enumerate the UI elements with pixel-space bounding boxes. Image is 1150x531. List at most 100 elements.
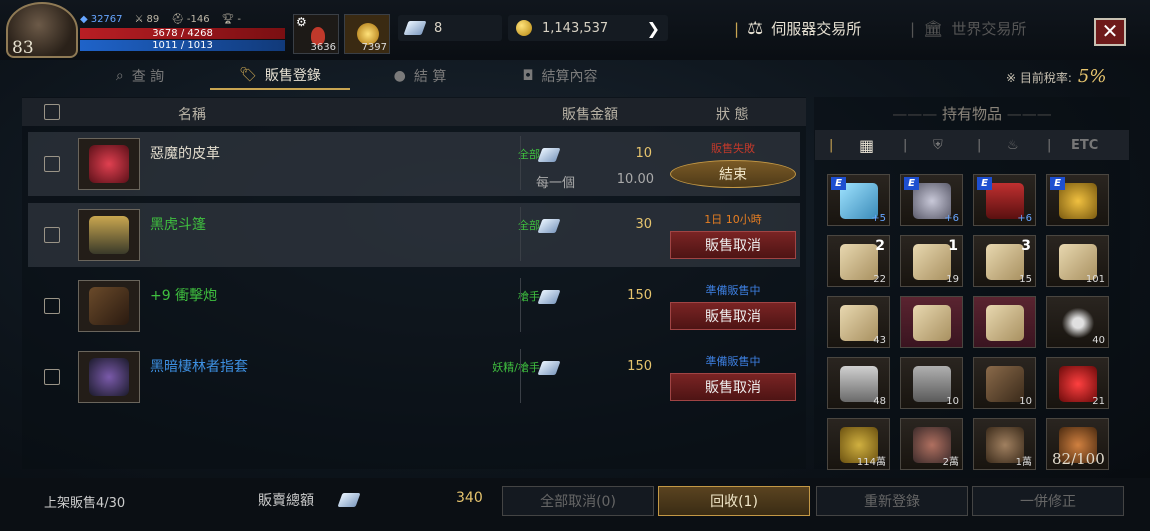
- row-checkbox[interactable]: [44, 156, 60, 172]
- batch-edit-button[interactable]: 一併修正: [972, 486, 1124, 516]
- stat-defense-value: -146: [186, 14, 210, 25]
- filter-consumable-icon[interactable]: ♨: [1007, 138, 1019, 153]
- divider-mark: |: [734, 19, 740, 38]
- inventory-slot[interactable]: 114萬: [827, 418, 890, 470]
- tax-value: 5%: [1077, 66, 1107, 87]
- inventory-slot[interactable]: [973, 296, 1036, 348]
- cancel-all-button[interactable]: 全部取消(0): [502, 486, 654, 516]
- inventory-slot[interactable]: 3 15: [973, 235, 1036, 287]
- item-name: 黑虎斗篷: [150, 217, 206, 233]
- finish-button[interactable]: 結束: [670, 160, 796, 188]
- world-exchange-tab[interactable]: | 🏛︎ 世界交易所: [910, 18, 1026, 39]
- title-rule: ———: [1002, 105, 1052, 123]
- item-count: 48: [873, 396, 886, 407]
- inventory-slot[interactable]: 40: [1046, 296, 1109, 348]
- item-art: [89, 287, 129, 325]
- trophy-icon: 🏆︎: [221, 14, 235, 25]
- tier-badge: 2: [875, 238, 885, 254]
- enhanced-badge: E: [977, 177, 992, 190]
- filter-etc[interactable]: ETC: [1071, 138, 1098, 153]
- inventory-slot[interactable]: 48: [827, 357, 890, 409]
- cancel-sale-button[interactable]: 販售取消: [670, 231, 796, 259]
- inventory-slot[interactable]: E +6: [973, 174, 1036, 226]
- item-status: 販售失敗: [711, 142, 755, 155]
- item-category: 全部: [518, 148, 540, 161]
- inventory-slot[interactable]: 101: [1046, 235, 1109, 287]
- tab-search-label: 查 詢: [131, 69, 165, 85]
- tab-sell-label: 販售登錄: [264, 68, 321, 84]
- row-checkbox[interactable]: [44, 298, 60, 314]
- sell-row[interactable]: +9 衝擊炮 槍手 150 準備販售中 販售取消: [28, 274, 800, 338]
- item-category: 槍手: [518, 290, 540, 303]
- inventory-slot[interactable]: 1 19: [900, 235, 963, 287]
- header-status: 狀 態: [716, 107, 749, 123]
- select-all-checkbox[interactable]: [44, 104, 60, 120]
- inventory-slot[interactable]: 2萬: [900, 418, 963, 470]
- filter-divider: |: [1047, 137, 1052, 153]
- enhanced-badge: E: [1050, 177, 1065, 190]
- inventory-slot[interactable]: 1萬: [973, 418, 1036, 470]
- potion-count: 3636: [310, 42, 336, 53]
- enhanced-badge: E: [904, 177, 919, 190]
- tier-badge: 1: [948, 238, 958, 254]
- search-icon: ⌕: [115, 68, 124, 84]
- item-art: [89, 145, 129, 183]
- close-button[interactable]: ✕: [1094, 18, 1126, 46]
- sell-row[interactable]: 黑虎斗篷 全部 30 1日 10小時 販售取消: [28, 203, 800, 267]
- row-checkbox[interactable]: [44, 227, 60, 243]
- inventory-slot[interactable]: 2 22: [827, 235, 890, 287]
- tab-bar: ⌕ 查 詢 🏷︎ 販售登錄 ● 結 算 ◘ 結算內容: [70, 62, 630, 90]
- tab-settle-label: 結 算: [413, 69, 447, 85]
- tab-settle-details[interactable]: ◘ 結算內容: [490, 62, 630, 90]
- quick-slot-potion[interactable]: ⚙ 3636: [293, 14, 339, 54]
- inventory-filter: | ▦ | ⛨ | ♨ | ETC: [815, 130, 1129, 160]
- title-rule: ———: [892, 105, 942, 123]
- sell-row[interactable]: 黑暗棲林者指套 妖精/槍手 150 準備販售中 販售取消: [28, 345, 800, 409]
- inventory-slot[interactable]: [900, 296, 963, 348]
- stat-attack: ⚔ 89: [135, 14, 160, 25]
- gem-currency: 8: [398, 15, 502, 41]
- server-exchange-tab[interactable]: | ⚖ 伺服器交易所: [734, 18, 861, 39]
- quick-slot-item[interactable]: 7397: [344, 14, 390, 54]
- inventory-slot[interactable]: 10: [900, 357, 963, 409]
- item-count: 114萬: [856, 457, 886, 468]
- filter-divider: |: [977, 137, 982, 153]
- header-name: 名稱: [178, 107, 206, 123]
- item-name: +9 衝擊炮: [150, 288, 218, 304]
- tab-sell-register[interactable]: 🏷︎ 販售登錄: [210, 62, 350, 90]
- sell-row[interactable]: 惡魔的皮革 全部 10 每一個 10.00 販售失敗 結束: [28, 132, 800, 196]
- chevron-right-icon[interactable]: ❯: [647, 19, 660, 38]
- inventory-slot[interactable]: 21: [1046, 357, 1109, 409]
- item-price: 150: [627, 359, 652, 374]
- inventory-slot[interactable]: 43: [827, 296, 890, 348]
- reclaim-button[interactable]: 回收(1): [658, 486, 810, 516]
- item-count: 10: [1019, 396, 1032, 407]
- total-label: 販賣總額: [258, 493, 314, 509]
- tab-settle[interactable]: ● 結 算: [350, 62, 490, 90]
- helmet-icon: ⛑: [171, 14, 184, 25]
- inventory-slot[interactable]: E +5: [827, 174, 890, 226]
- filter-equipment-icon[interactable]: ⛨: [933, 138, 943, 153]
- tab-details-label: 結算內容: [541, 69, 598, 85]
- bag-icon: ◘: [522, 68, 534, 84]
- inventory-slot[interactable]: 10: [973, 357, 1036, 409]
- cancel-sale-button[interactable]: 販售取消: [670, 302, 796, 330]
- tab-search[interactable]: ⌕ 查 詢: [70, 62, 210, 90]
- inventory-slot[interactable]: E: [1046, 174, 1109, 226]
- item-art: [89, 358, 129, 396]
- item-count: 10: [946, 396, 959, 407]
- item-count: +6: [1017, 213, 1032, 224]
- item-status: 準備販售中: [705, 355, 761, 368]
- gem-icon: [537, 290, 561, 304]
- inventory-title-text: 持有物品: [941, 105, 1002, 123]
- item-category: 全部: [518, 219, 540, 232]
- filter-all-icon[interactable]: ▦: [859, 136, 874, 155]
- stat-power: ◆ 32767: [80, 14, 123, 25]
- player-avatar[interactable]: 83: [6, 2, 78, 58]
- relist-button[interactable]: 重新登錄: [816, 486, 968, 516]
- column-divider: [520, 136, 521, 190]
- row-checkbox[interactable]: [44, 369, 60, 385]
- item-icon: [78, 280, 140, 332]
- inventory-slot[interactable]: E +6: [900, 174, 963, 226]
- cancel-sale-button[interactable]: 販售取消: [670, 373, 796, 401]
